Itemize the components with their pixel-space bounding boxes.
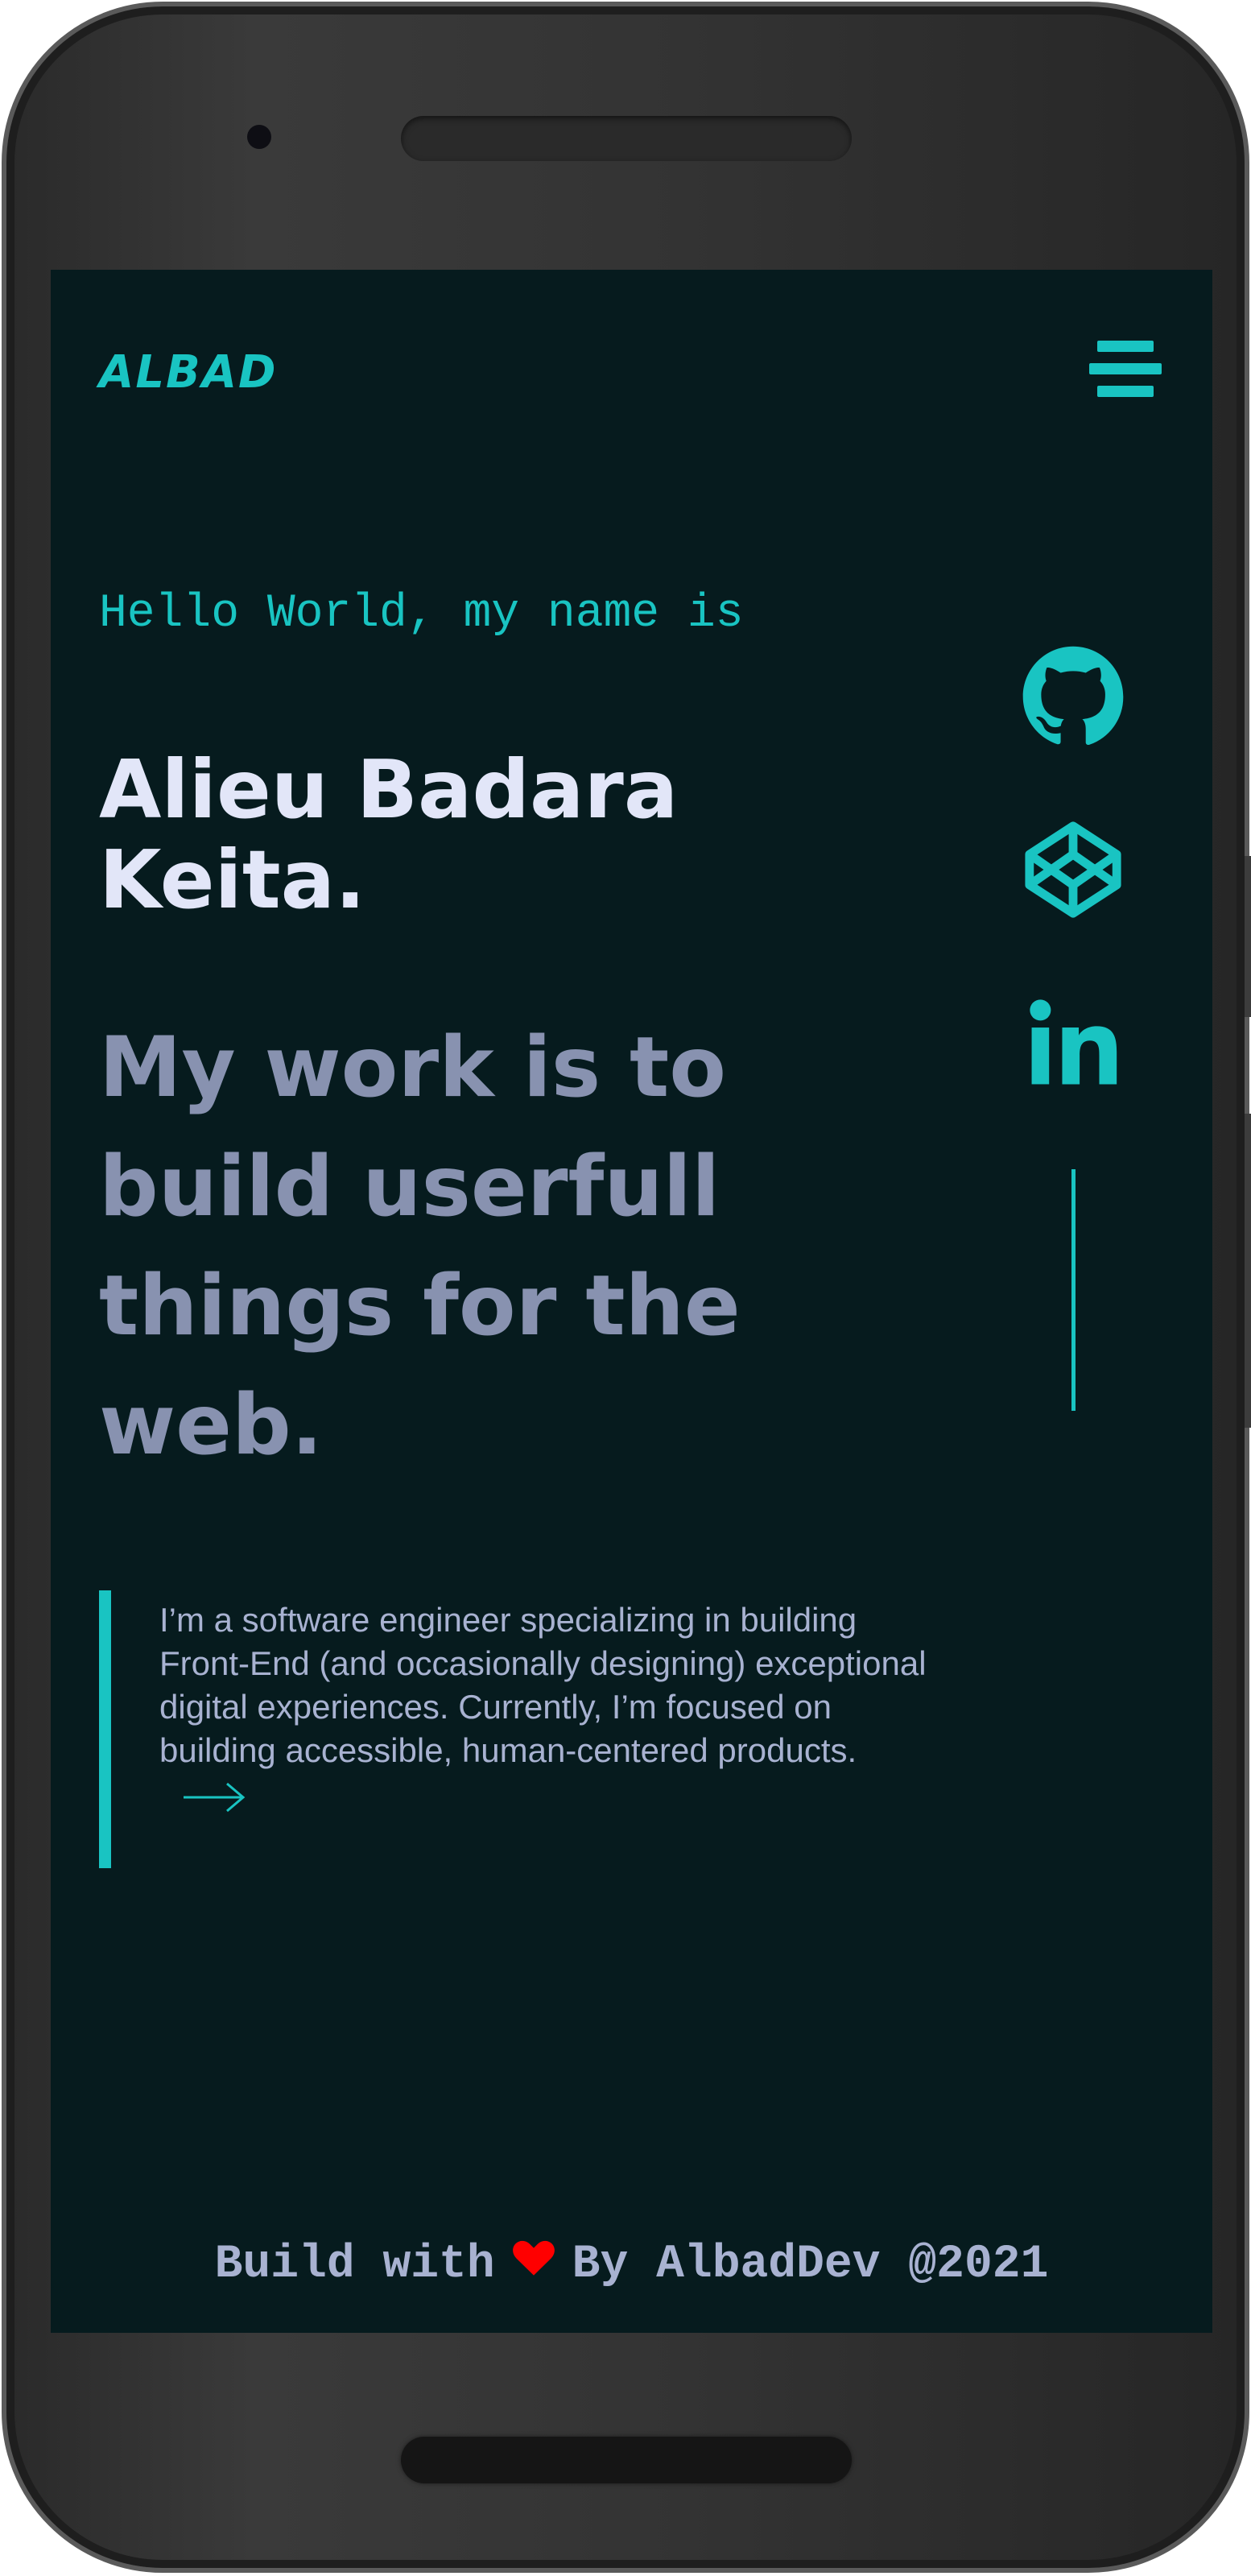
hero-name: Alieu Badara Keita. — [99, 742, 679, 927]
linkedin-icon — [1030, 999, 1117, 1085]
hamburger-menu-icon[interactable] — [1089, 334, 1170, 407]
github-link[interactable] — [1021, 644, 1125, 749]
greeting-text: Hello World, my name is — [99, 588, 744, 640]
front-camera — [247, 125, 271, 149]
bottom-speaker — [401, 2437, 852, 2483]
arrow-right-icon — [184, 1782, 246, 1813]
heart-icon — [512, 2240, 555, 2276]
menu-line — [1097, 386, 1154, 397]
github-icon — [1022, 646, 1124, 746]
codepen-icon — [1025, 821, 1121, 918]
linkedin-link[interactable] — [1021, 990, 1125, 1095]
menu-line — [1089, 363, 1162, 374]
volume-button — [1245, 856, 1251, 1017]
menu-line — [1097, 341, 1154, 352]
footer-prefix: Build with — [214, 2239, 495, 2291]
codepen-link[interactable] — [1021, 817, 1125, 922]
phone-frame: ALBAD Hello World, my name is Alieu Bada… — [2, 2, 1251, 2573]
earpiece-speaker — [401, 116, 852, 161]
site-logo[interactable]: ALBAD — [99, 346, 278, 399]
hero-tagline: My work is to build userfull things for … — [99, 1019, 741, 1474]
power-button — [1245, 1114, 1251, 1428]
social-links — [1021, 644, 1133, 1164]
footer: Build with By AlbadDev @2021 — [51, 2239, 1212, 2291]
intro-text: I’m a software engineer specializing in … — [159, 1601, 927, 1769]
footer-suffix: By AlbadDev @2021 — [572, 2239, 1049, 2291]
arrow-link[interactable] — [182, 1777, 246, 1817]
screen: ALBAD Hello World, my name is Alieu Bada… — [51, 270, 1212, 2333]
social-divider-line — [1071, 1169, 1076, 1411]
intro-block: I’m a software engineer specializing in … — [99, 1590, 952, 1868]
